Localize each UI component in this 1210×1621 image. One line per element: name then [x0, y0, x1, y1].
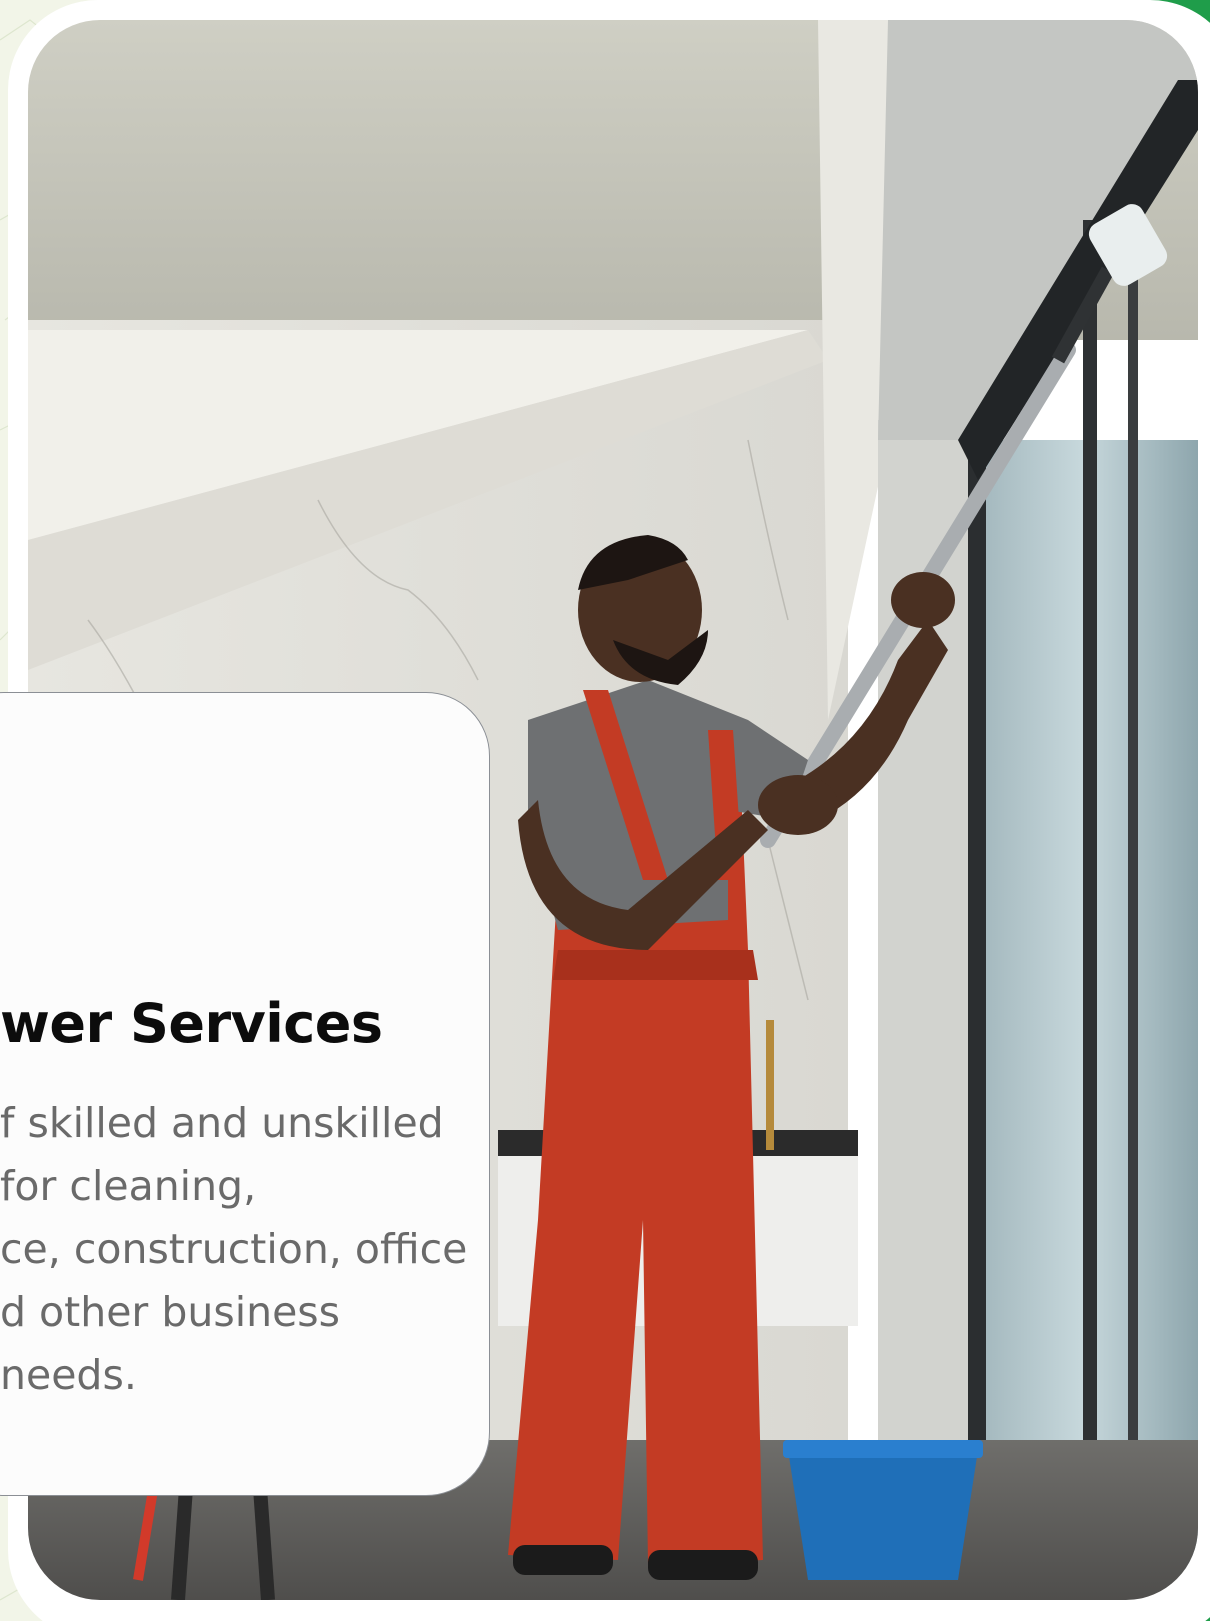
service-card-description: f skilled and unskilled for cleaning, ce… [0, 1092, 468, 1407]
description-line: ce, construction, office [0, 1225, 468, 1273]
description-line: f skilled and unskilled [0, 1099, 444, 1147]
description-line: d other business [0, 1288, 341, 1336]
service-card-title: wer Services [0, 992, 383, 1055]
description-line: for cleaning, [0, 1162, 257, 1210]
page: wer Services f skilled and unskilled for… [0, 0, 1210, 1621]
description-line: needs. [0, 1351, 137, 1399]
